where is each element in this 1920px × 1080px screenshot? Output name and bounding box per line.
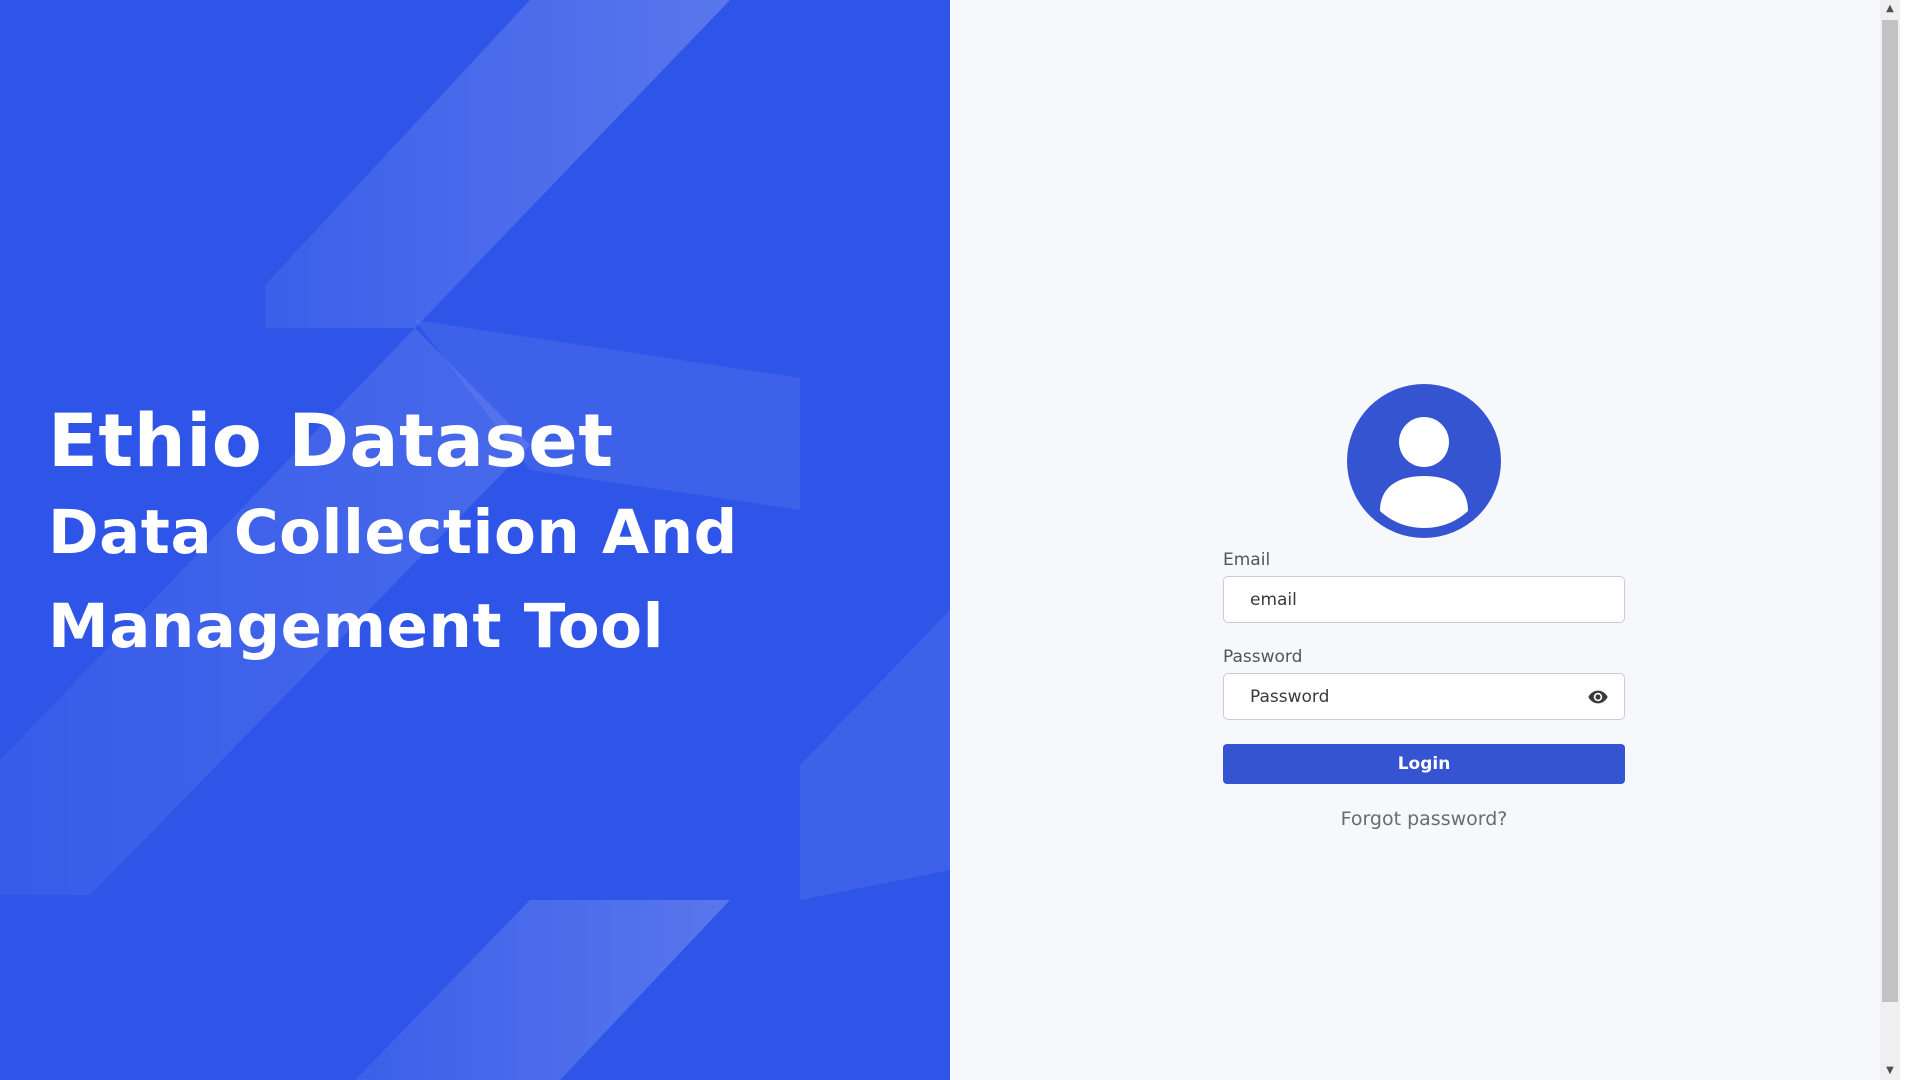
login-panel: Email Password Login Forgot password? ▲ …: [950, 0, 1900, 1080]
vertical-scrollbar[interactable]: ▲ ▼: [1880, 0, 1900, 1080]
app-subtitle: Data Collection And Management Tool: [48, 496, 738, 662]
hero-text: Ethio Dataset Data Collection And Manage…: [48, 398, 748, 674]
eye-icon[interactable]: [1587, 686, 1609, 708]
email-field-wrapper: [1223, 576, 1625, 623]
scroll-thumb[interactable]: [1882, 20, 1898, 1002]
forgot-password-link[interactable]: Forgot password?: [1223, 808, 1625, 830]
login-form: Email Password Login Forgot password?: [1223, 384, 1625, 830]
arrow-up-icon[interactable]: ▲: [1880, 0, 1900, 18]
password-field-wrapper: [1223, 673, 1625, 720]
user-circle-icon: [1347, 384, 1501, 538]
email-label: Email: [1223, 550, 1271, 570]
hero-panel: Ethio Dataset Data Collection And Manage…: [0, 0, 950, 1080]
password-field[interactable]: [1223, 673, 1625, 720]
password-label: Password: [1223, 647, 1303, 667]
arrow-down-icon[interactable]: ▼: [1880, 1062, 1900, 1080]
email-field[interactable]: [1223, 576, 1625, 623]
app-title: Ethio Dataset: [48, 399, 614, 484]
login-button[interactable]: Login: [1223, 744, 1625, 784]
login-page: Ethio Dataset Data Collection And Manage…: [0, 0, 1920, 1080]
